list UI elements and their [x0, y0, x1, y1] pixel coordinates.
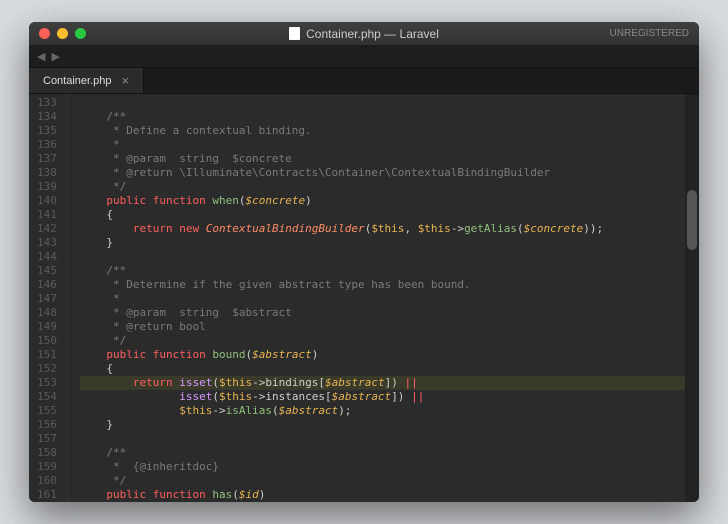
code-line[interactable]: }: [80, 236, 685, 250]
tab-label: Container.php: [43, 75, 112, 87]
editor-area: 1331341351361371381391401411421431441451…: [29, 94, 699, 502]
code-line[interactable]: [80, 250, 685, 264]
line-number: 153: [37, 376, 57, 390]
code-line[interactable]: * {@inheritdoc}: [80, 460, 685, 474]
window-title: Container.php — Laravel: [29, 27, 699, 41]
line-number: 135: [37, 124, 57, 138]
line-number: 145: [37, 264, 57, 278]
line-number: 156: [37, 418, 57, 432]
minimize-window-button[interactable]: [57, 28, 68, 39]
code-line[interactable]: * @param string $concrete: [80, 152, 685, 166]
line-number: 147: [37, 292, 57, 306]
code-line[interactable]: /**: [80, 264, 685, 278]
line-number: 141: [37, 208, 57, 222]
scrollbar-thumb[interactable]: [687, 190, 697, 250]
line-number: 148: [37, 306, 57, 320]
code-line[interactable]: * @return bool: [80, 320, 685, 334]
code-line[interactable]: {: [80, 362, 685, 376]
line-number: 146: [37, 278, 57, 292]
code-content[interactable]: /** * Define a contextual binding. * * @…: [68, 94, 685, 502]
line-number: 154: [37, 390, 57, 404]
window-title-text: Container.php — Laravel: [306, 27, 439, 41]
zoom-window-button[interactable]: [75, 28, 86, 39]
line-number: 152: [37, 362, 57, 376]
editor-window: Container.php — Laravel UNREGISTERED ◀ ▶…: [29, 22, 699, 502]
code-line[interactable]: [80, 432, 685, 446]
code-line[interactable]: {: [80, 208, 685, 222]
line-number: 150: [37, 334, 57, 348]
line-number: 143: [37, 236, 57, 250]
code-line[interactable]: * Determine if the given abstract type h…: [80, 278, 685, 292]
file-icon: [289, 27, 300, 40]
tab-container-php[interactable]: Container.php ×: [29, 68, 144, 93]
line-number: 137: [37, 152, 57, 166]
code-line[interactable]: return new ContextualBindingBuilder($thi…: [80, 222, 685, 236]
line-number: 158: [37, 446, 57, 460]
line-number: 139: [37, 180, 57, 194]
code-line[interactable]: /**: [80, 446, 685, 460]
line-number: 133: [37, 96, 57, 110]
close-window-button[interactable]: [39, 28, 50, 39]
tab-bar: Container.php ×: [29, 68, 699, 94]
line-number: 136: [37, 138, 57, 152]
nav-back-button[interactable]: ◀: [37, 50, 45, 63]
line-number: 160: [37, 474, 57, 488]
line-number: 142: [37, 222, 57, 236]
line-number: 144: [37, 250, 57, 264]
line-number: 151: [37, 348, 57, 362]
code-line[interactable]: return isset($this->bindings[$abstract])…: [80, 376, 685, 390]
code-line[interactable]: * Define a contextual binding.: [80, 124, 685, 138]
unregistered-badge: UNREGISTERED: [610, 28, 689, 39]
line-number: 134: [37, 110, 57, 124]
code-line[interactable]: * @param string $abstract: [80, 306, 685, 320]
code-line[interactable]: $this->isAlias($abstract);: [80, 404, 685, 418]
toolbar: ◀ ▶: [29, 46, 699, 68]
code-line[interactable]: public function when($concrete): [80, 194, 685, 208]
code-line[interactable]: */: [80, 474, 685, 488]
line-number: 149: [37, 320, 57, 334]
line-number: 161: [37, 488, 57, 502]
line-number: 140: [37, 194, 57, 208]
code-line[interactable]: *: [80, 292, 685, 306]
code-line[interactable]: public function bound($abstract): [80, 348, 685, 362]
code-line[interactable]: * @return \Illuminate\Contracts\Containe…: [80, 166, 685, 180]
code-line[interactable]: }: [80, 418, 685, 432]
code-line[interactable]: [80, 96, 685, 110]
code-line[interactable]: public function has($id): [80, 488, 685, 502]
code-line[interactable]: *: [80, 138, 685, 152]
line-number: 138: [37, 166, 57, 180]
code-line[interactable]: */: [80, 180, 685, 194]
titlebar: Container.php — Laravel UNREGISTERED: [29, 22, 699, 46]
line-number: 155: [37, 404, 57, 418]
code-line[interactable]: isset($this->instances[$abstract]) ||: [80, 390, 685, 404]
line-number: 159: [37, 460, 57, 474]
nav-forward-button[interactable]: ▶: [51, 50, 59, 63]
line-number: 157: [37, 432, 57, 446]
code-line[interactable]: */: [80, 334, 685, 348]
vertical-scrollbar[interactable]: [685, 94, 699, 502]
traffic-lights: [39, 28, 86, 39]
line-number-gutter: 1331341351361371381391401411421431441451…: [29, 94, 68, 502]
code-line[interactable]: /**: [80, 110, 685, 124]
tab-close-icon[interactable]: ×: [122, 73, 130, 88]
